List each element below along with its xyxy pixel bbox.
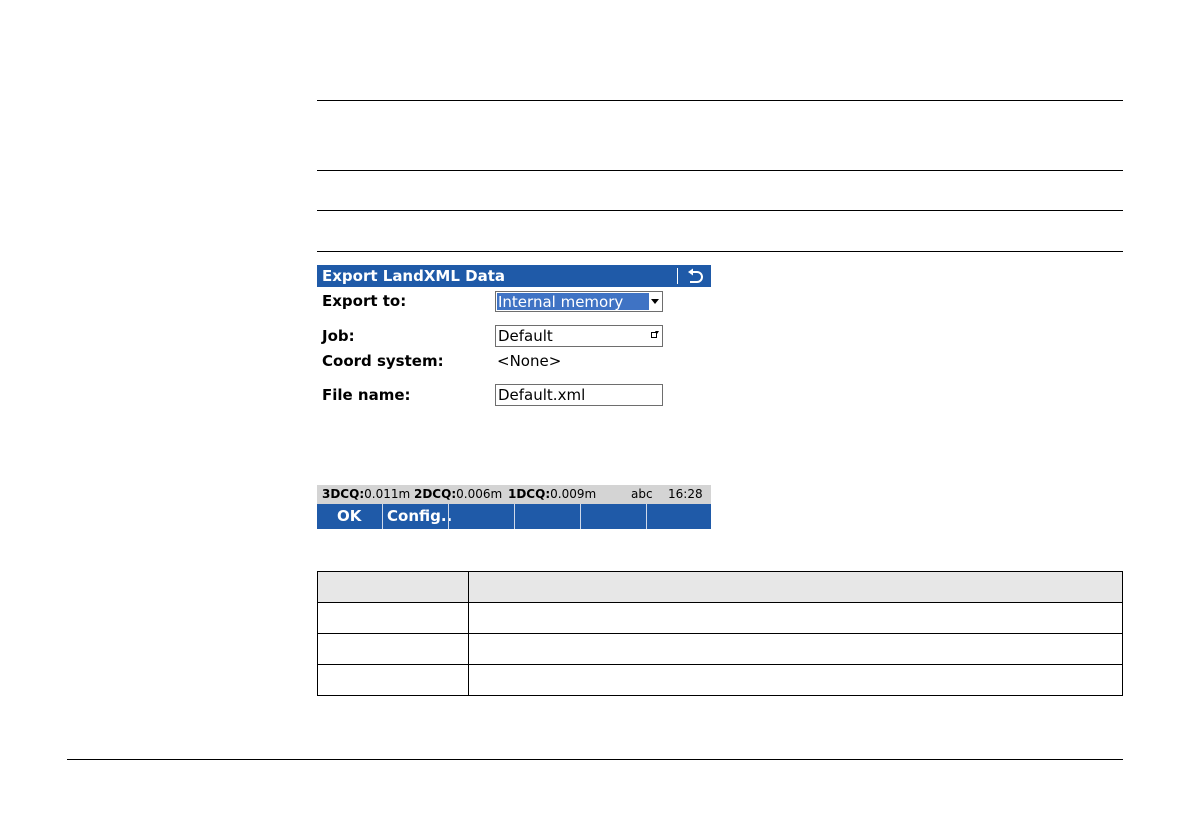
3dcq-value: 0.011m xyxy=(364,487,411,501)
export-landxml-screen: Export LandXML Data Export to: Internal … xyxy=(317,265,711,529)
table-row xyxy=(317,602,1123,634)
description-table xyxy=(317,571,1123,696)
export-to-label: Export to: xyxy=(322,292,407,310)
list-dropdown-icon[interactable] xyxy=(651,331,659,338)
1dcq-value: 0.009m xyxy=(550,487,597,501)
dropdown-arrow-icon[interactable] xyxy=(651,299,659,304)
2dcq-value: 0.006m xyxy=(456,487,503,501)
softkey-6[interactable] xyxy=(646,504,711,529)
table-header-cell xyxy=(468,571,1123,603)
job-select[interactable]: Default xyxy=(495,325,663,347)
softkey-5[interactable] xyxy=(580,504,646,529)
table-cell xyxy=(317,602,469,634)
table-header-row xyxy=(317,571,1123,603)
export-to-value: Internal memory xyxy=(498,293,624,311)
title-bar: Export LandXML Data xyxy=(317,265,711,287)
table-header-cell xyxy=(317,571,469,603)
rule-2 xyxy=(317,170,1123,171)
1dcq-readout: 1DCQ:0.009m xyxy=(508,487,596,501)
dialog-title: Export LandXML Data xyxy=(322,267,505,285)
clock: 16:28 xyxy=(668,487,703,501)
config-softkey[interactable]: Config.. xyxy=(382,504,452,529)
rule-top xyxy=(317,100,1123,101)
softkey-4[interactable] xyxy=(514,504,580,529)
ok-softkey[interactable]: OK xyxy=(317,504,382,529)
table-cell xyxy=(317,664,469,696)
back-icon[interactable] xyxy=(685,268,705,284)
coord-system-value: <None> xyxy=(497,352,562,370)
table-row xyxy=(317,633,1123,665)
export-to-select[interactable]: Internal memory xyxy=(495,291,663,312)
2dcq-readout: 2DCQ:0.006m xyxy=(414,487,502,501)
ok-label: OK xyxy=(337,507,362,525)
file-name-value: Default.xml xyxy=(498,386,586,404)
coord-system-label: Coord system: xyxy=(322,352,444,370)
3dcq-readout: 3DCQ:0.011m xyxy=(322,487,410,501)
title-separator xyxy=(677,268,678,284)
softkey-bar: OK Config.. xyxy=(317,504,711,529)
status-bar: 3DCQ:0.011m 2DCQ:0.006m 1DCQ:0.009m abc … xyxy=(317,485,711,504)
footer-rule xyxy=(67,759,1123,760)
rule-3 xyxy=(317,210,1123,211)
table-cell xyxy=(317,633,469,665)
export-to-selected: Internal memory xyxy=(497,293,649,311)
table-cell xyxy=(468,633,1123,665)
table-cell xyxy=(468,664,1123,696)
input-mode-indicator: abc xyxy=(631,487,653,501)
1dcq-label: 1DCQ: xyxy=(508,487,551,501)
config-label: Config.. xyxy=(387,507,453,525)
job-label: Job: xyxy=(322,327,355,345)
rule-4 xyxy=(317,251,1123,252)
softkey-3[interactable] xyxy=(448,504,514,529)
2dcq-label: 2DCQ: xyxy=(414,487,457,501)
table-cell xyxy=(468,602,1123,634)
table-row xyxy=(317,664,1123,696)
file-name-label: File name: xyxy=(322,386,411,404)
file-name-input[interactable]: Default.xml xyxy=(495,384,663,406)
3dcq-label: 3DCQ: xyxy=(322,487,365,501)
job-value: Default xyxy=(498,327,553,345)
